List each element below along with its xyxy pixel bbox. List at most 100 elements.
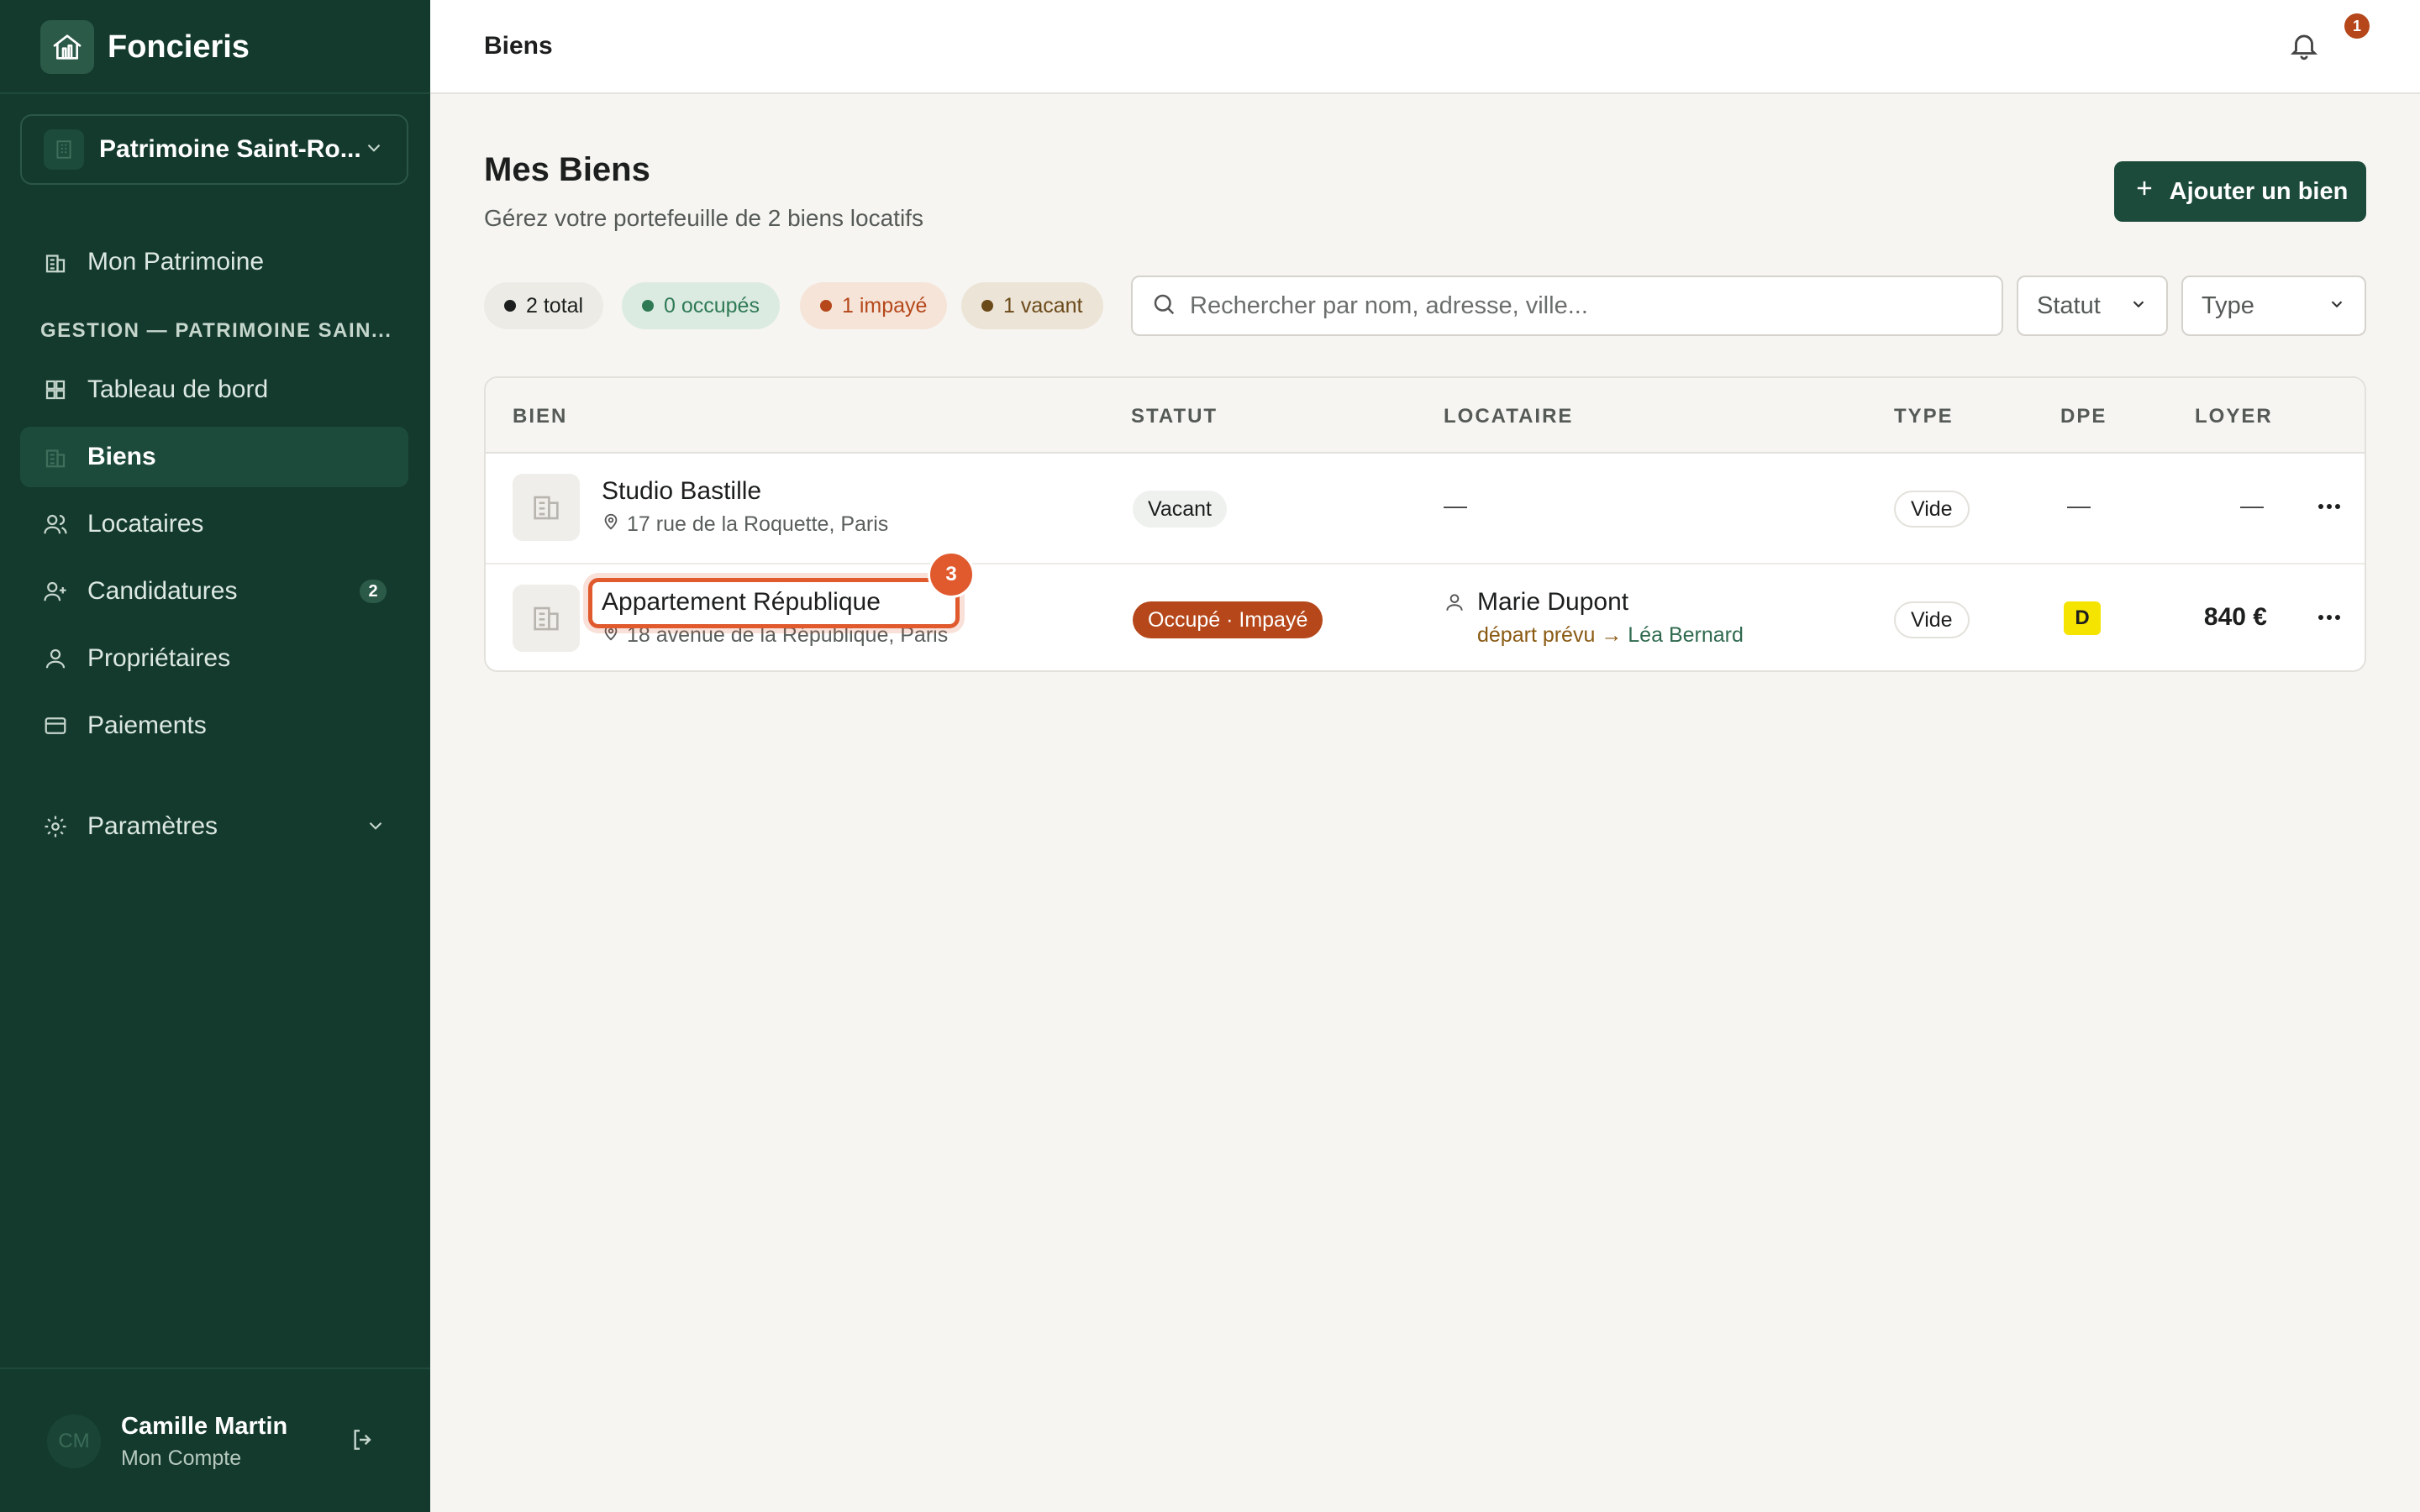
chip-label: 1 vacant <box>1003 293 1083 318</box>
sidebar-item-mon-patrimoine[interactable]: Mon Patrimoine <box>20 232 408 292</box>
tenant-name[interactable]: Marie Dupont <box>1477 588 1628 617</box>
nav-section-title: GESTION — PATRIMOINE SAIN... <box>40 319 392 342</box>
column-header-dpe[interactable]: DPE <box>2060 405 2107 428</box>
user-icon <box>1444 591 1465 617</box>
sidebar-item-label: Locataires <box>87 510 204 538</box>
sidebar-item-label: Tableau de bord <box>87 375 269 403</box>
sidebar-item-biens[interactable]: Biens <box>20 427 408 487</box>
add-property-button[interactable]: Ajouter un bien <box>2114 161 2366 222</box>
sidebar-item-label: Propriétaires <box>87 644 231 672</box>
page-subtitle: Gérez votre portefeuille de 2 biens loca… <box>484 205 923 231</box>
workspace-name: Patrimoine Saint-Ro... <box>99 135 361 163</box>
table-header: BIEN STATUT LOCATAIRE TYPE DPE LOYER <box>486 378 2365 454</box>
bell-icon <box>2288 29 2320 66</box>
column-header-loyer[interactable]: LOYER <box>2195 405 2273 428</box>
sidebar-item-parametres[interactable]: Paramètres <box>20 796 408 857</box>
type-badge: Vide <box>1894 601 1970 638</box>
address-text: 17 rue de la Roquette, Paris <box>627 512 889 536</box>
building-icon <box>44 129 84 170</box>
filter-chip-total[interactable]: 2 total <box>484 282 604 329</box>
credit-card-icon <box>40 711 71 741</box>
sidebar-item-tableau-de-bord[interactable]: Tableau de bord <box>20 360 408 420</box>
highlight-outline <box>588 578 960 628</box>
sidebar-item-label: Paiements <box>87 711 207 739</box>
more-horizontal-icon <box>2317 500 2342 515</box>
user-subtitle: Mon Compte <box>121 1446 242 1470</box>
brand[interactable]: Foncieris <box>40 20 250 74</box>
column-header-locataire[interactable]: LOCATAIRE <box>1444 405 1573 428</box>
gear-icon <box>40 811 71 842</box>
property-name[interactable]: Studio Bastille <box>602 477 761 506</box>
building-icon <box>529 600 563 638</box>
workspace-switcher[interactable]: Patrimoine Saint-Ro... <box>20 114 408 185</box>
select-value: Type <box>2202 291 2254 319</box>
status-dot <box>820 300 832 312</box>
status-dot <box>504 300 516 312</box>
plus-icon <box>2133 176 2156 207</box>
type-badge: Vide <box>1894 491 1970 528</box>
page-title: Mes Biens <box>484 151 650 188</box>
sidebar-item-locataires[interactable]: Locataires <box>20 494 408 554</box>
building-icon <box>529 489 563 527</box>
count-badge: 2 <box>360 580 387 603</box>
sidebar-item-candidatures[interactable]: Candidatures 2 <box>20 561 408 622</box>
notifications-button[interactable] <box>2282 25 2326 69</box>
divider <box>0 92 430 94</box>
avatar[interactable]: CM <box>47 1415 101 1468</box>
search-field[interactable] <box>1131 276 2003 336</box>
step-badge: 3 <box>928 551 975 598</box>
tenant-departure-note: départ prévu → Léa Bernard <box>1477 623 1744 648</box>
filter-chip-vacant[interactable]: 1 vacant <box>961 282 1103 329</box>
top-bar: Biens 1 <box>430 0 2420 94</box>
sidebar-item-paiements[interactable]: Paiements <box>20 696 408 756</box>
filter-chip-occupied[interactable]: 0 occupés <box>622 282 780 329</box>
column-header-statut[interactable]: STATUT <box>1131 405 1218 428</box>
chevron-down-icon <box>2129 292 2148 320</box>
sidebar-item-label: Candidatures <box>87 577 238 605</box>
chip-label: 1 impayé <box>842 293 928 318</box>
column-header-type[interactable]: TYPE <box>1894 405 1954 428</box>
more-horizontal-icon <box>2317 611 2342 626</box>
building-icon <box>40 247 71 277</box>
notification-badge: 1 <box>2344 13 2370 39</box>
dpe-empty: — <box>2067 492 2091 518</box>
search-input[interactable] <box>1190 291 1983 320</box>
sidebar-item-label: Biens <box>87 443 156 470</box>
dashboard-icon <box>40 375 71 405</box>
chip-label: 0 occupés <box>664 293 760 318</box>
sidebar: Foncieris Patrimoine Saint-Ro... Mon Pat… <box>0 0 430 1512</box>
chip-label: 2 total <box>526 293 584 318</box>
row-actions-button[interactable] <box>2312 603 2346 633</box>
status-badge: Vacant <box>1133 491 1227 528</box>
sidebar-item-proprietaires[interactable]: Propriétaires <box>20 628 408 689</box>
page-breadcrumb: Biens <box>484 32 553 60</box>
column-header-bien[interactable]: BIEN <box>513 405 567 428</box>
logout-button[interactable] <box>345 1423 381 1460</box>
user-icon <box>40 643 71 674</box>
divider <box>0 1368 430 1369</box>
filter-chip-unpaid[interactable]: 1 impayé <box>800 282 948 329</box>
logout-icon <box>350 1426 376 1457</box>
dpe-badge: D <box>2064 601 2101 635</box>
user-plus-icon <box>40 576 71 606</box>
status-dot <box>642 300 654 312</box>
table-row[interactable]: Studio Bastille 17 rue de la Roquette, P… <box>486 454 2365 563</box>
type-filter-select[interactable]: Type <box>2181 276 2366 336</box>
status-badge: Occupé · Impayé <box>1133 601 1323 638</box>
app-name: Foncieris <box>108 29 250 65</box>
user-name: Camille Martin <box>121 1413 288 1440</box>
chevron-down-icon <box>2328 292 2346 320</box>
search-icon <box>1151 291 1176 321</box>
row-actions-button[interactable] <box>2312 492 2346 522</box>
status-dot <box>981 300 993 312</box>
rent-empty: — <box>2240 492 2264 518</box>
incoming-tenant-name[interactable]: Léa Bernard <box>1628 623 1744 647</box>
property-thumbnail <box>513 474 580 541</box>
rent-amount: 840 € <box>2203 603 2267 631</box>
users-icon <box>40 509 71 539</box>
chevron-down-icon <box>365 815 387 843</box>
tenant-empty: — <box>1444 492 1467 518</box>
add-property-label: Ajouter un bien <box>2169 177 2349 205</box>
property-thumbnail <box>513 585 580 652</box>
status-filter-select[interactable]: Statut <box>2017 276 2168 336</box>
